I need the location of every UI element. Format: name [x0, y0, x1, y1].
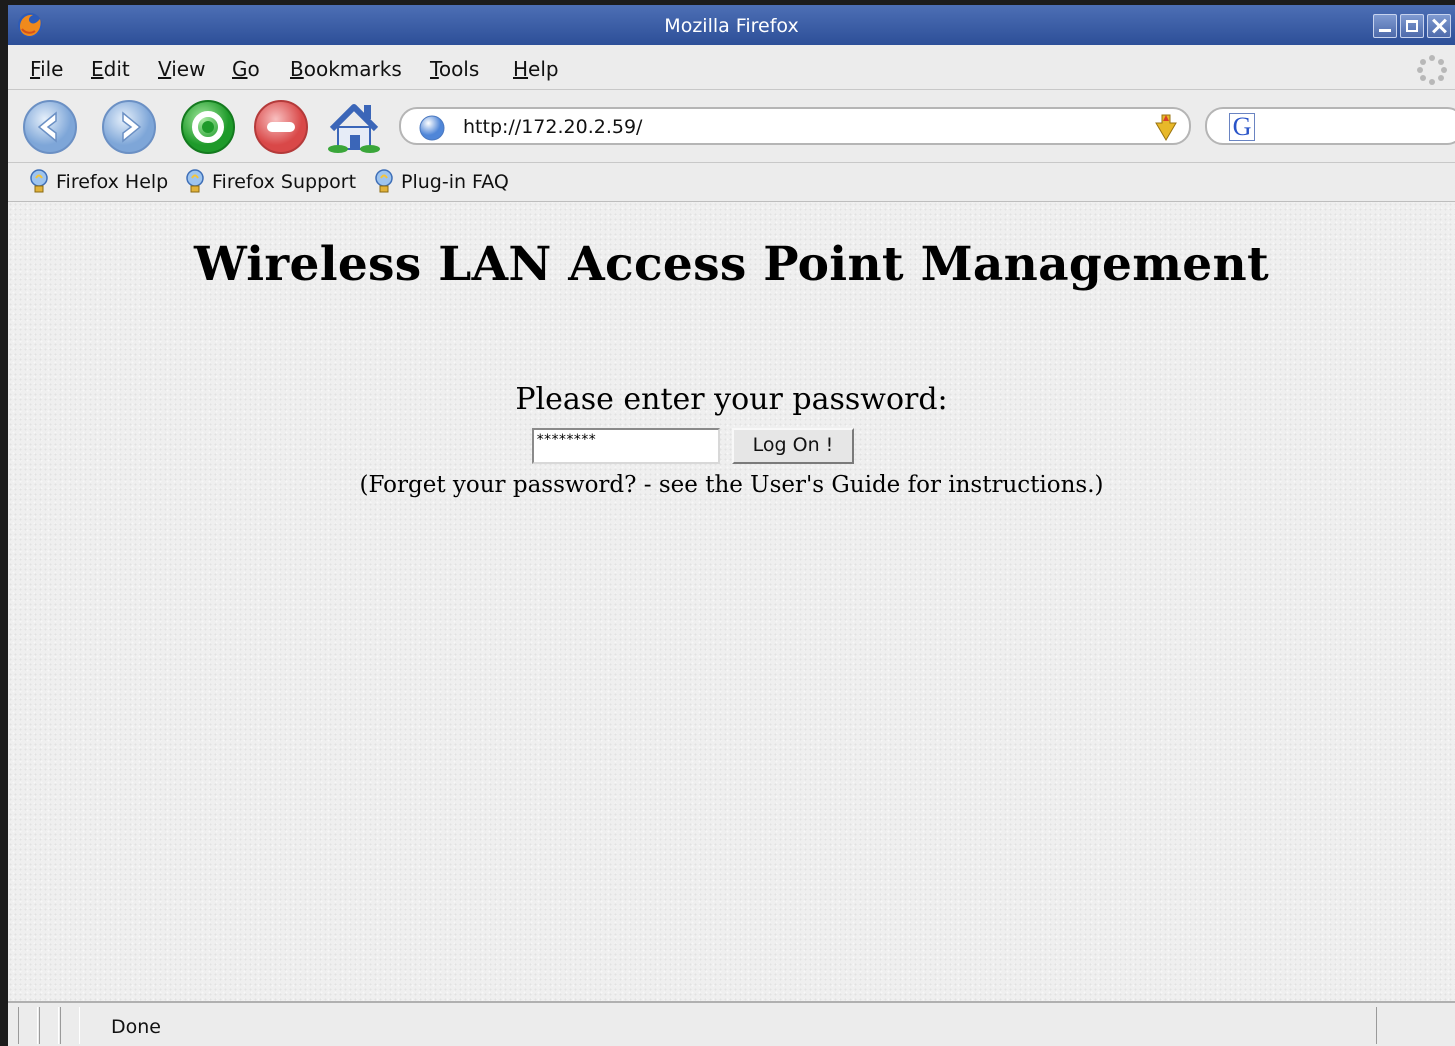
home-icon[interactable]: [326, 99, 382, 155]
bookmark-firefox-support[interactable]: Firefox Support: [184, 169, 356, 195]
minimize-button[interactable]: [1373, 14, 1397, 38]
status-cell: [39, 1007, 59, 1044]
forward-icon[interactable]: [101, 99, 157, 155]
browser-window: Mozilla Firefox File Edit View Go Bookma…: [8, 5, 1455, 1046]
menu-help[interactable]: Help: [513, 57, 559, 81]
bookmark-bulb-icon: [375, 169, 393, 193]
back-icon[interactable]: [22, 99, 78, 155]
bookmark-label: Firefox Support: [212, 171, 357, 193]
status-security-cell: [1376, 1007, 1455, 1044]
password-input[interactable]: ********: [532, 428, 720, 464]
page-content: Wireless LAN Access Point Management Ple…: [8, 202, 1455, 1001]
stop-icon[interactable]: [253, 99, 309, 155]
page-globe-icon: [419, 115, 445, 141]
bookmark-bulb-icon: [186, 169, 204, 193]
forgot-password-hint: (Forget your password? - see the User's …: [359, 472, 1104, 498]
password-prompt: Please enter your password:: [515, 382, 948, 417]
window-title: Mozilla Firefox: [664, 15, 799, 37]
menu-edit[interactable]: Edit: [91, 57, 130, 81]
menu-view[interactable]: View: [158, 57, 205, 81]
bookmark-firefox-help[interactable]: Firefox Help: [28, 169, 168, 195]
title-bar: Mozilla Firefox: [8, 5, 1455, 45]
bookmarks-toolbar: Firefox Help Firefox Support Plug-in FAQ: [8, 163, 1455, 202]
status-cell: [60, 1007, 80, 1044]
bookmark-bulb-icon: [30, 169, 48, 193]
maximize-button[interactable]: [1400, 14, 1424, 38]
google-search-icon[interactable]: G: [1229, 113, 1255, 141]
url-text[interactable]: http://172.20.2.59/: [463, 116, 642, 138]
status-text: Done: [111, 1016, 161, 1038]
reload-icon[interactable]: [180, 99, 236, 155]
close-button[interactable]: [1427, 14, 1451, 38]
menu-bar: File Edit View Go Bookmarks Tools Help: [8, 45, 1455, 90]
menu-bookmarks[interactable]: Bookmarks: [290, 57, 402, 81]
status-grip: [18, 1007, 38, 1044]
url-bar[interactable]: http://172.20.2.59/: [399, 107, 1191, 145]
throbber-icon: [1417, 55, 1447, 85]
log-on-button[interactable]: Log On !: [732, 428, 854, 464]
menu-go[interactable]: Go: [232, 57, 260, 81]
menu-file[interactable]: File: [30, 57, 63, 81]
page-heading: Wireless LAN Access Point Management: [194, 237, 1269, 292]
status-bar: Done: [8, 1001, 1455, 1046]
bookmark-plugin-faq[interactable]: Plug-in FAQ: [373, 169, 509, 195]
bookmark-label: Plug-in FAQ: [401, 171, 509, 193]
bookmark-label: Firefox Help: [56, 171, 169, 193]
login-form: ******** Log On !: [532, 428, 854, 464]
menu-tools[interactable]: Tools: [430, 57, 479, 81]
search-box[interactable]: G: [1205, 107, 1455, 145]
navigation-toolbar: http://172.20.2.59/ G: [8, 90, 1455, 163]
go-arrow-icon[interactable]: [1153, 113, 1179, 141]
